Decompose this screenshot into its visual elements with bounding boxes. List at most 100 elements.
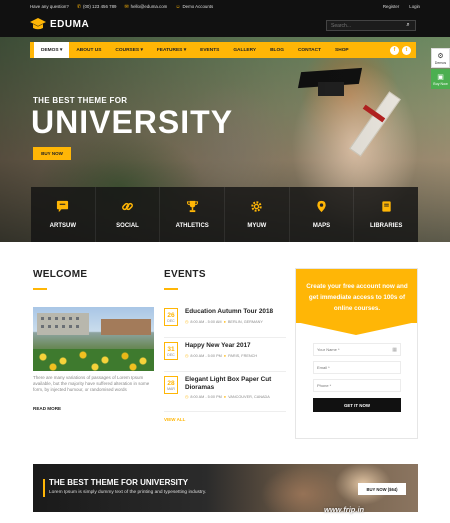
- welcome-text: There are many variations of passages of…: [33, 375, 150, 392]
- event-title: Elegant Light Box Paper Cut Dioramas: [185, 376, 272, 391]
- question-text: Have any question?: [30, 4, 69, 9]
- event-item[interactable]: 31 DEC Happy New Year 2017 ◷ 8:00 AM - 5:…: [164, 342, 286, 372]
- category-label: ARTSUW: [49, 223, 76, 229]
- event-location: VANCOUVER, CANADA: [228, 394, 270, 399]
- signup-form-notch: [296, 322, 416, 335]
- buy-side-widget[interactable]: ▣ Buy Now: [431, 69, 450, 89]
- calendar-icon: ▦: [392, 346, 397, 353]
- view-all-events-link[interactable]: VIEW ALL: [164, 417, 185, 422]
- clock-icon: ◷: [185, 395, 189, 399]
- event-month: MAR: [167, 386, 175, 391]
- map-pin-icon: ●: [223, 353, 227, 358]
- link-icon: [122, 202, 133, 211]
- nav-item-blog[interactable]: BLOG: [263, 42, 291, 58]
- trophy-icon: [186, 200, 198, 213]
- event-month: DEC: [167, 318, 175, 323]
- event-time: 8:00 AM - 5:00 PM: [190, 353, 222, 358]
- banner-subtitle: Lorem Ipsum is simply dummy text of the …: [49, 490, 207, 495]
- nav-item-gallery[interactable]: GALLERY: [226, 42, 263, 58]
- map-pin-icon: [317, 200, 326, 213]
- welcome-divider: [33, 288, 47, 290]
- category-label: MYUW: [247, 223, 267, 229]
- gear-icon: [251, 201, 263, 212]
- login-link[interactable]: Login: [409, 4, 420, 9]
- category-maps[interactable]: MAPS: [290, 187, 355, 242]
- category-libraries[interactable]: LIBRARIES: [354, 187, 418, 242]
- event-day: 28: [167, 379, 175, 387]
- chat-icon: [57, 200, 69, 213]
- event-location: PARIS, FRENCH: [228, 353, 258, 358]
- clock-icon: ◷: [185, 320, 189, 324]
- register-link[interactable]: Register: [383, 4, 399, 9]
- book-icon: [382, 201, 391, 212]
- category-bar: ARTSUW SOCIAL ATHLETICS MYUW MAPS LIBRAR…: [31, 187, 418, 242]
- welcome-title: WELCOME: [33, 269, 88, 280]
- category-social[interactable]: SOCIAL: [96, 187, 161, 242]
- events-divider: [164, 288, 178, 290]
- watermark: www.frip.in: [324, 505, 365, 514]
- read-more-link[interactable]: READ MORE: [33, 406, 61, 411]
- user-icon: ☺: [175, 3, 181, 10]
- nav-item-events[interactable]: EVENTS: [193, 42, 226, 58]
- hero-title: UNIVERSITY: [31, 104, 234, 140]
- buy-widget-label: Buy Now: [433, 81, 448, 86]
- event-meta: ◷ 8:00 AM - 5:00 PM ● PARIS, FRENCH: [185, 353, 258, 359]
- map-pin-icon: ●: [223, 319, 226, 324]
- category-label: LIBRARIES: [370, 223, 403, 229]
- campus-building: [37, 313, 89, 335]
- event-month: DEC: [167, 352, 175, 357]
- phone-icon: ✆: [76, 3, 82, 10]
- site-logo[interactable]: EDUMA: [30, 18, 89, 30]
- site-header: EDUMA ⌕: [0, 13, 450, 37]
- search-icon[interactable]: ⌕: [403, 22, 413, 29]
- banner-buy-now-button[interactable]: BUY NOW ($64): [358, 483, 406, 495]
- event-time: 8:00 AM - 5:00 PM: [190, 394, 222, 399]
- flower-bed: [33, 349, 154, 371]
- event-date: 31 DEC: [164, 342, 178, 360]
- top-strip: Have any question? ✆ (00) 123 456 789 ✉ he…: [0, 0, 450, 13]
- nav-item-features[interactable]: FEATURES ▾: [150, 42, 193, 58]
- search-box: ⌕: [326, 20, 416, 31]
- phone-field: [313, 379, 401, 392]
- search-input[interactable]: [327, 22, 403, 29]
- category-label: SOCIAL: [116, 223, 139, 229]
- event-item[interactable]: 28 MAR Elegant Light Box Paper Cut Diora…: [164, 376, 286, 412]
- category-myuw[interactable]: MYUW: [225, 187, 290, 242]
- twitter-icon[interactable]: t: [402, 45, 411, 55]
- demo-widget-label: Demos: [434, 60, 447, 65]
- facebook-icon[interactable]: f: [390, 45, 399, 55]
- event-meta: ◷ 8:00 AM - 5:00 AM ● BERLIN, GERMANY: [185, 319, 263, 325]
- email-input[interactable]: [317, 365, 393, 370]
- nav-item-about-us[interactable]: ABOUT US: [69, 42, 108, 58]
- banner-accent-bar: [43, 479, 45, 497]
- clock-icon: ◷: [185, 354, 189, 358]
- event-title: Happy New Year 2017: [185, 342, 251, 349]
- nav-item-courses[interactable]: COURSES ▾: [108, 42, 149, 58]
- event-time: 8:00 AM - 5:00 AM: [190, 319, 222, 324]
- email-contact[interactable]: ✉ hello@eduma.com: [124, 4, 167, 10]
- demo-accounts-label: Demo Accounts: [182, 4, 214, 9]
- event-day: 26: [167, 311, 175, 319]
- category-label: MAPS: [312, 223, 331, 229]
- signup-heading: Create your free account now and get imm…: [306, 283, 408, 312]
- event-item[interactable]: 26 DEC Education Autumn Tour 2018 ◷ 8:00 …: [164, 308, 286, 338]
- nav-item-demos[interactable]: DEMOS ▾: [34, 42, 70, 58]
- mail-icon: ✉: [124, 3, 129, 10]
- phone-number: (00) 123 456 789: [83, 4, 117, 9]
- demo-side-widget[interactable]: ⚙ Demos: [431, 48, 450, 68]
- demo-accounts-link[interactable]: ☺ Demo Accounts: [175, 4, 213, 10]
- category-athletics[interactable]: ATHLETICS: [160, 187, 226, 242]
- phone-contact[interactable]: ✆ (00) 123 456 789: [77, 4, 117, 10]
- hero-buy-now-button[interactable]: BUY NOW: [33, 147, 71, 160]
- get-it-now-button[interactable]: GET IT NOW: [313, 398, 401, 412]
- nav-item-shop[interactable]: SHOP: [328, 42, 356, 58]
- nav-item-contact[interactable]: CONTACT: [291, 42, 328, 58]
- events-title: EVENTS: [164, 269, 206, 280]
- map-pin-icon: ●: [223, 394, 227, 399]
- logo-text: EDUMA: [50, 18, 90, 30]
- gear-icon: ⚙: [437, 52, 444, 60]
- category-artsuw[interactable]: ARTSUW: [31, 187, 96, 242]
- email-field: [313, 361, 401, 374]
- phone-input[interactable]: [317, 383, 393, 388]
- name-input[interactable]: [317, 347, 393, 352]
